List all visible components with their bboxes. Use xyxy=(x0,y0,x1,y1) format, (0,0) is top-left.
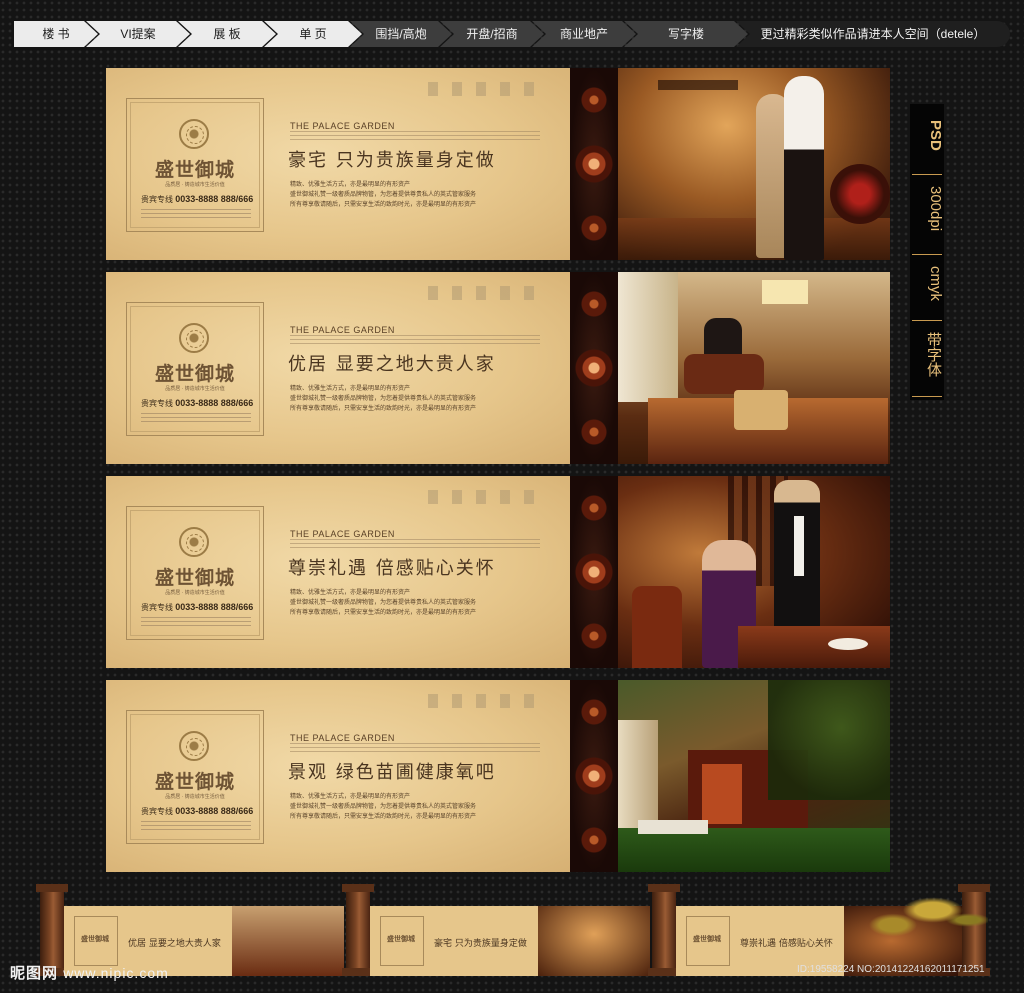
english-title: THE PALACE GARDEN xyxy=(290,121,395,131)
brand-tagline: 品质居 · 铸造城市生活价值 xyxy=(165,590,225,596)
photo-couple-dancing xyxy=(618,68,890,260)
brand-logo-box: 盛世御城 品质居 · 铸造城市生活价值 贵宾专线 0033-8888 888/6… xyxy=(126,98,264,232)
brand-address-lines xyxy=(141,413,251,425)
site-watermark: 昵图网 www.nipic.com xyxy=(10,965,169,982)
brand-phone: 贵宾专线 0033-8888 888/666 xyxy=(141,602,254,612)
brand-tagline: 品质居 · 铸造城市生活价值 xyxy=(165,386,225,392)
rosette-icon xyxy=(179,119,209,149)
nav-more-link[interactable]: 更过精彩类似作品请进本人空间（detele） xyxy=(736,21,1010,47)
flower-ornament xyxy=(570,476,618,668)
ad-panel-2: 盛世御城 品质居 · 铸造城市生活价值 贵宾专线 0033-8888 888/6… xyxy=(106,272,890,464)
pillar xyxy=(342,884,374,976)
body-copy: 精致、优雅生活方式，亦是最明显的有形资产 盛世御城礼赞一级奢质品牌物管，为您着提… xyxy=(290,386,477,412)
brand-address-lines xyxy=(141,821,251,833)
english-subtext xyxy=(290,743,540,754)
brand-name: 盛世御城 xyxy=(154,771,235,793)
nav-item-commercial[interactable]: 商业地产 xyxy=(532,21,636,47)
partner-logos xyxy=(428,286,548,300)
brand-logo-box: 盛世御城 品质居 · 铸造城市生活价值 贵宾专线 0033-8888 888/6… xyxy=(126,506,264,640)
ad-panel-3: 盛世御城 品质居 · 铸造城市生活价值 贵宾专线 0033-8888 888/6… xyxy=(106,476,890,668)
mini-headline: 豪宅 只为贵族量身定做 xyxy=(434,939,527,949)
paper-background: 盛世御城 品质居 · 铸造城市生活价值 贵宾专线 0033-8888 888/6… xyxy=(106,272,570,464)
rosette-icon xyxy=(179,731,209,761)
mini-headline: 优居 显要之地大贵人家 xyxy=(128,939,221,949)
rosette-icon xyxy=(179,323,209,353)
english-subtext xyxy=(290,131,540,142)
brand-phone: 贵宾专线 0033-8888 888/666 xyxy=(141,398,254,408)
nav-item-vi[interactable]: VI提案 xyxy=(86,21,190,47)
brand-phone: 贵宾专线 0033-8888 888/666 xyxy=(141,806,254,816)
mini-headline: 尊崇礼遇 倍感贴心关怀 xyxy=(740,939,833,949)
ad-panel-1: 盛世御城 品质居 · 铸造城市生活价值 贵宾专线 0033-8888 888/6… xyxy=(106,68,890,260)
brand-address-lines xyxy=(141,209,251,221)
nav-item-office[interactable]: 写字楼 xyxy=(624,21,748,47)
top-nav: 楼 书 VI提案 展 板 单 页 围挡/高炮 开盘/招商 商业地产 写字楼 更过… xyxy=(14,21,1010,47)
english-title: THE PALACE GARDEN xyxy=(290,325,395,335)
partner-logos xyxy=(428,490,548,504)
english-subtext xyxy=(290,539,540,550)
body-copy: 精致、优雅生活方式，亦是最明显的有形资产 盛世御城礼赞一级奢质品牌物管，为您着提… xyxy=(290,590,477,616)
mini-board-2: 盛世御城 豪宅 只为贵族量身定做 xyxy=(370,906,538,976)
ad-panel-4: 盛世御城 品质居 · 铸造城市生活价值 贵宾专线 0033-8888 888/6… xyxy=(106,680,890,872)
paper-background: 盛世御城 品质居 · 铸造城市生活价值 贵宾专线 0033-8888 888/6… xyxy=(106,680,570,872)
flower-ornament xyxy=(570,272,618,464)
body-copy: 精致、优雅生活方式，亦是最明显的有形资产 盛世御城礼赞一级奢质品牌物管，为您着提… xyxy=(290,794,477,820)
panel-headline: 景观 绿色苗圃健康氧吧 xyxy=(288,762,496,783)
nav-item-single-page[interactable]: 单 页 xyxy=(264,21,362,47)
mini-photo-2 xyxy=(538,906,650,976)
panel-headline: 尊崇礼遇 倍感贴心关怀 xyxy=(288,558,496,579)
body-copy: 精致、优雅生活方式，亦是最明显的有形资产 盛世御城礼赞一级奢质品牌物管，为您着提… xyxy=(290,182,477,208)
spec-fonts: 带字体 xyxy=(925,332,942,377)
brand-logo-box: 盛世御城 品质居 · 铸造城市生活价值 贵宾专线 0033-8888 888/6… xyxy=(126,302,264,436)
brand-name: 盛世御城 xyxy=(154,159,235,181)
photo-dining-service xyxy=(618,476,890,668)
brand-tagline: 品质居 · 铸造城市生活价值 xyxy=(165,794,225,800)
nav-item-opening[interactable]: 开盘/招商 xyxy=(440,21,544,47)
english-subtext xyxy=(290,335,540,346)
tree-decoration xyxy=(838,880,988,950)
spec-format: PSD xyxy=(927,120,944,151)
paper-background: 盛世御城 品质居 · 铸造城市生活价值 贵宾专线 0033-8888 888/6… xyxy=(106,476,570,668)
brand-logo-box: 盛世御城 品质居 · 铸造城市生活价值 贵宾专线 0033-8888 888/6… xyxy=(126,710,264,844)
partner-logos xyxy=(428,82,548,96)
english-title: THE PALACE GARDEN xyxy=(290,733,395,743)
nav-item-board[interactable]: 展 板 xyxy=(178,21,276,47)
brand-name: 盛世御城 xyxy=(154,363,235,385)
flower-ornament xyxy=(570,68,618,260)
partner-logos xyxy=(428,694,548,708)
flower-ornament xyxy=(570,680,618,872)
panel-headline: 豪宅 只为贵族量身定做 xyxy=(288,150,496,171)
panel-headline: 优居 显要之地大贵人家 xyxy=(288,354,496,375)
nav-item-brochure[interactable]: 楼 书 xyxy=(14,21,98,47)
paper-background: 盛世御城 品质居 · 铸造城市生活价值 贵宾专线 0033-8888 888/6… xyxy=(106,68,570,260)
photo-living-room xyxy=(618,272,890,464)
mini-photo-1 xyxy=(232,906,344,976)
brand-name: 盛世御城 xyxy=(154,567,235,589)
spec-color-mode: cmyk xyxy=(927,266,944,301)
brand-tagline: 品质居 · 铸造城市生活价值 xyxy=(165,182,225,188)
spec-label-strip: PSD 300dpi cmyk 带字体 xyxy=(910,104,944,400)
rosette-icon xyxy=(179,527,209,557)
photo-garden xyxy=(618,680,890,872)
nav-item-hoarding[interactable]: 围挡/高炮 xyxy=(350,21,452,47)
brand-phone: 贵宾专线 0033-8888 888/666 xyxy=(141,194,254,204)
brand-address-lines xyxy=(141,617,251,629)
spec-resolution: 300dpi xyxy=(927,186,944,232)
image-id-watermark: ID:19558224 NO:20141224162011171251 xyxy=(797,964,985,975)
pillar xyxy=(648,884,680,976)
english-title: THE PALACE GARDEN xyxy=(290,529,395,539)
